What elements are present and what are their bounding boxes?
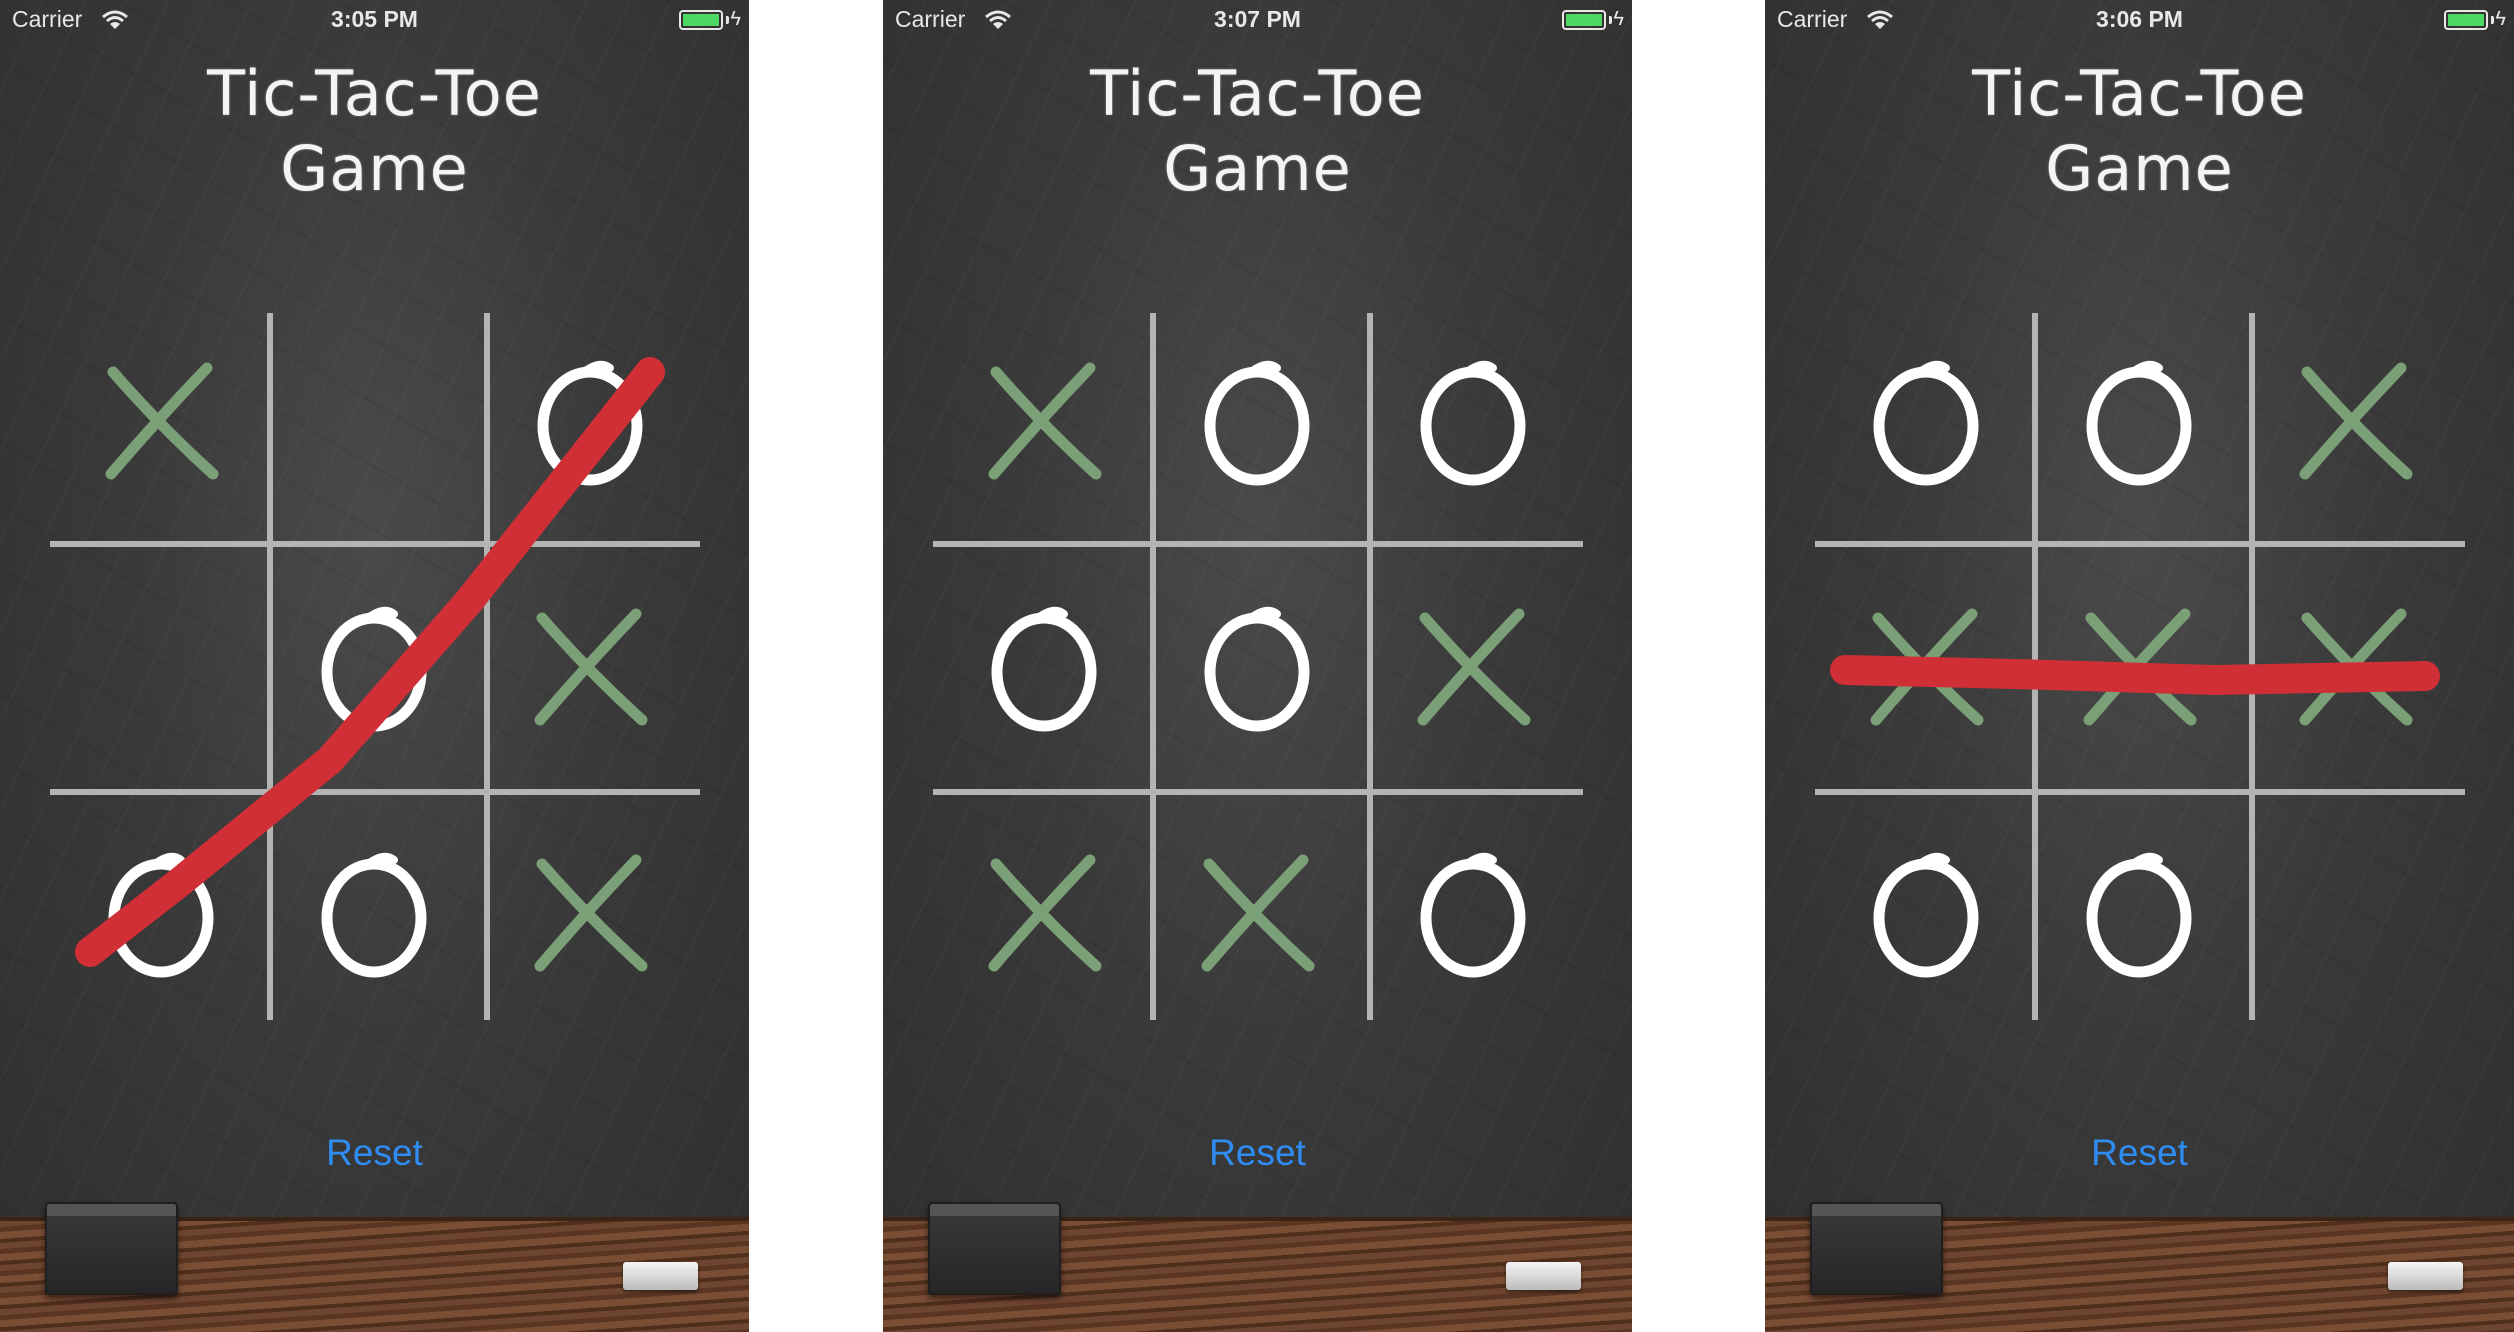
board-cell-1[interactable] <box>944 312 1144 532</box>
board-cell-1[interactable] <box>61 312 261 532</box>
board-cell-6[interactable] <box>490 558 690 778</box>
board-cell-5[interactable] <box>274 558 474 778</box>
eraser-image <box>45 1202 178 1295</box>
reset-button[interactable]: Reset <box>1765 1132 2514 1174</box>
chalk-image <box>1506 1262 1581 1290</box>
eraser-image <box>928 1202 1061 1295</box>
chalk-image <box>623 1262 698 1290</box>
reset-button[interactable]: Reset <box>883 1132 1632 1174</box>
game-screen-1: Carrier 3:05 PM ϟ Tic-Tac-Toe Game Reset <box>0 0 749 1332</box>
chalk-image <box>2388 1262 2463 1290</box>
win-line <box>1830 655 2440 695</box>
board-cell-3[interactable] <box>490 312 690 532</box>
board-cell-2[interactable] <box>274 312 474 532</box>
board-cell-2[interactable] <box>1157 312 1357 532</box>
board-cell-9[interactable] <box>1373 804 1573 1024</box>
board-cell-9[interactable] <box>2255 804 2455 1024</box>
board-cell-7[interactable] <box>1826 804 2026 1024</box>
board-cell-4[interactable] <box>944 558 1144 778</box>
board-cell-3[interactable] <box>2255 312 2455 532</box>
board-cell-8[interactable] <box>1157 804 1357 1024</box>
board-cell-9[interactable] <box>490 804 690 1024</box>
board-cell-7[interactable] <box>944 804 1144 1024</box>
board-cell-8[interactable] <box>2039 804 2239 1024</box>
board-cell-4[interactable] <box>61 558 261 778</box>
reset-button[interactable]: Reset <box>0 1132 749 1174</box>
game-screen-3: Carrier 3:06 PM ϟ Tic-Tac-Toe Game Reset <box>1765 0 2514 1332</box>
board-cell-2[interactable] <box>2039 312 2239 532</box>
board-cell-1[interactable] <box>1826 312 2026 532</box>
board-cell-5[interactable] <box>1157 558 1357 778</box>
game-screen-2: Carrier 3:07 PM ϟ Tic-Tac-Toe Game Reset <box>883 0 1632 1332</box>
board-cell-8[interactable] <box>274 804 474 1024</box>
board-cell-6[interactable] <box>1373 558 1573 778</box>
board-cell-3[interactable] <box>1373 312 1573 532</box>
eraser-image <box>1810 1202 1943 1295</box>
